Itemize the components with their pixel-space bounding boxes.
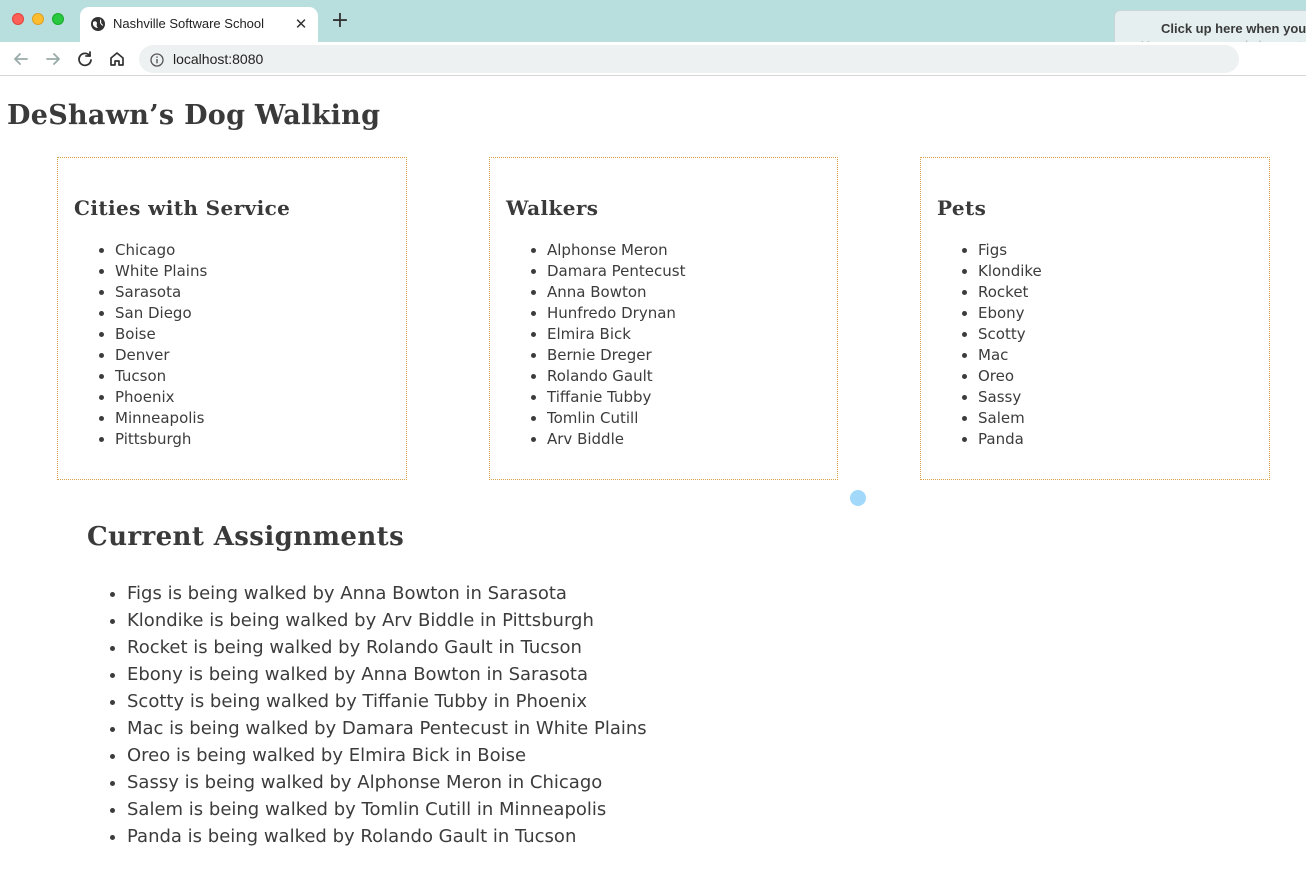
tab-title: Nashville Software School — [113, 16, 265, 31]
city-item: Denver — [115, 345, 207, 366]
browser-toolbar: localhost:8080 — [0, 42, 1306, 76]
pet-item[interactable]: Sassy — [978, 387, 1042, 408]
pets-heading: Pets — [937, 196, 987, 220]
walker-item[interactable]: Bernie Dreger — [547, 345, 685, 366]
walker-item[interactable]: Damara Pentecust — [547, 261, 685, 282]
city-item: Chicago — [115, 240, 207, 261]
assignment-item: Ebony is being walked by Anna Bowton in … — [127, 661, 647, 688]
forward-icon[interactable] — [42, 48, 64, 70]
globe-icon — [90, 16, 106, 32]
url-text[interactable]: localhost:8080 — [173, 51, 263, 67]
walkers-panel: Walkers Alphonse Meron Damara Pentecust … — [489, 157, 838, 480]
address-bar[interactable]: localhost:8080 — [139, 45, 1239, 73]
minimize-window-button[interactable] — [32, 13, 44, 25]
city-item: Pittsburgh — [115, 429, 207, 450]
walker-item[interactable]: Tomlin Cutill — [547, 408, 685, 429]
close-window-button[interactable] — [12, 13, 24, 25]
pet-item[interactable]: Klondike — [978, 261, 1042, 282]
pet-item[interactable]: Mac — [978, 345, 1042, 366]
pet-item[interactable]: Salem — [978, 408, 1042, 429]
city-item: White Plains — [115, 261, 207, 282]
assignment-item: Rocket is being walked by Rolando Gault … — [127, 634, 647, 661]
assignment-item: Panda is being walked by Rolando Gault i… — [127, 823, 647, 850]
walker-item[interactable]: Elmira Bick — [547, 324, 685, 345]
assignments-heading: Current Assignments — [87, 522, 405, 552]
home-icon[interactable] — [106, 48, 128, 70]
info-icon[interactable] — [150, 52, 164, 67]
city-item: Boise — [115, 324, 207, 345]
assignment-item: Mac is being walked by Damara Pentecust … — [127, 715, 647, 742]
assignment-item: Scotty is being walked by Tiffanie Tubby… — [127, 688, 647, 715]
pet-item[interactable]: Ebony — [978, 303, 1042, 324]
walker-item[interactable]: Hunfredo Drynan — [547, 303, 685, 324]
pet-item[interactable]: Rocket — [978, 282, 1042, 303]
reload-icon[interactable] — [74, 48, 96, 70]
tab-strip: Nashville Software School ✕ + Click up h… — [0, 0, 1306, 60]
maximize-window-button[interactable] — [52, 13, 64, 25]
pets-list: Figs Klondike Rocket Ebony Scotty Mac Or… — [978, 240, 1042, 450]
city-item: Phoenix — [115, 387, 207, 408]
assignment-item: Klondike is being walked by Arv Biddle i… — [127, 607, 647, 634]
cities-panel: Cities with Service Chicago White Plains… — [57, 157, 407, 480]
walker-item[interactable]: Alphonse Meron — [547, 240, 685, 261]
browser-tab[interactable]: Nashville Software School ✕ — [80, 7, 318, 42]
page-title: DeShawn’s Dog Walking — [7, 100, 381, 131]
pets-panel: Pets Figs Klondike Rocket Ebony Scotty M… — [920, 157, 1270, 480]
walker-item[interactable]: Anna Bowton — [547, 282, 685, 303]
close-tab-icon[interactable]: ✕ — [292, 15, 310, 33]
city-item: Sarasota — [115, 282, 207, 303]
walker-item[interactable]: Rolando Gault — [547, 366, 685, 387]
pet-item[interactable]: Panda — [978, 429, 1042, 450]
assignment-item: Sassy is being walked by Alphonse Meron … — [127, 769, 647, 796]
assignment-item: Salem is being walked by Tomlin Cutill i… — [127, 796, 647, 823]
assignment-item: Figs is being walked by Anna Bowton in S… — [127, 580, 647, 607]
walkers-list: Alphonse Meron Damara Pentecust Anna Bow… — [547, 240, 685, 450]
walkers-heading: Walkers — [506, 196, 599, 220]
assignment-item: Oreo is being walked by Elmira Bick in B… — [127, 742, 647, 769]
cities-heading: Cities with Service — [74, 196, 291, 220]
city-item: Minneapolis — [115, 408, 207, 429]
cities-list: Chicago White Plains Sarasota San Diego … — [115, 240, 207, 450]
overlay-title: Click up here when you — [1161, 21, 1306, 36]
city-item: Tucson — [115, 366, 207, 387]
pet-item[interactable]: Figs — [978, 240, 1042, 261]
new-tab-button[interactable]: + — [330, 10, 350, 32]
pet-item[interactable]: Oreo — [978, 366, 1042, 387]
cursor-indicator — [850, 490, 866, 506]
assignments-list: Figs is being walked by Anna Bowton in S… — [127, 580, 647, 850]
pet-item[interactable]: Scotty — [978, 324, 1042, 345]
back-icon[interactable] — [10, 48, 32, 70]
city-item: San Diego — [115, 303, 207, 324]
walker-item[interactable]: Arv Biddle — [547, 429, 685, 450]
walker-item[interactable]: Tiffanie Tubby — [547, 387, 685, 408]
